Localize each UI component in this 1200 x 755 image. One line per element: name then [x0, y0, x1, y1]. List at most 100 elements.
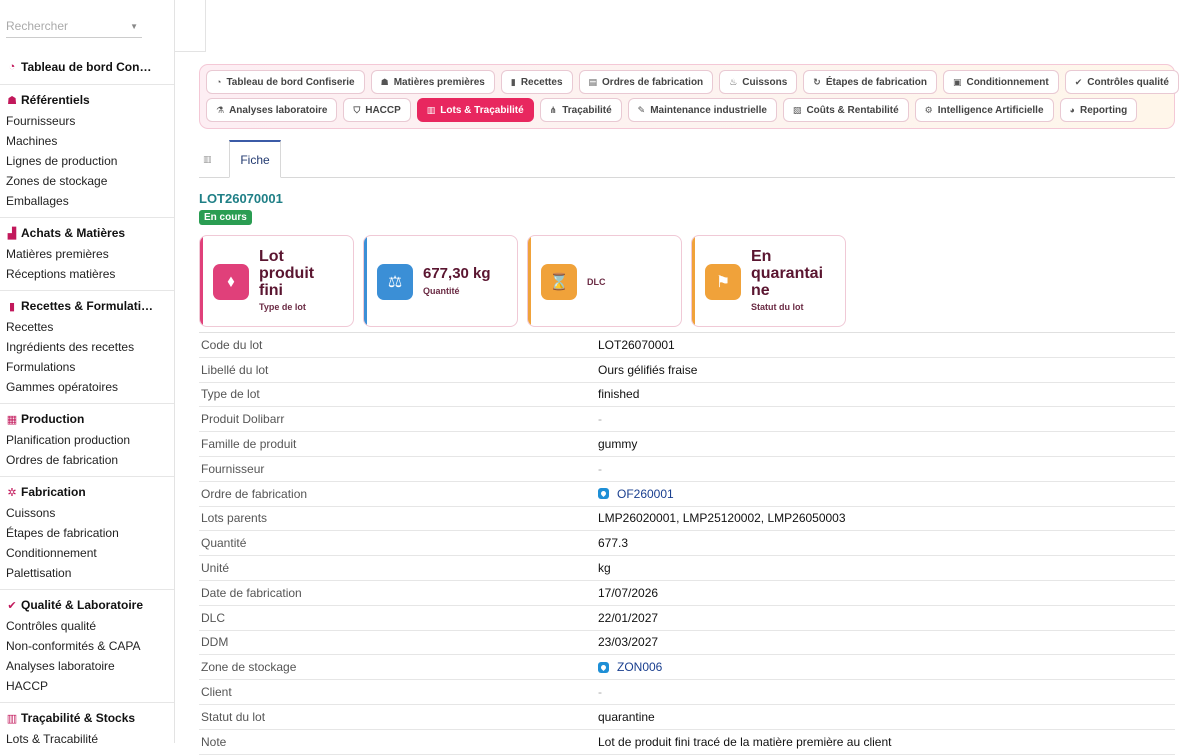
module-button[interactable]: ▤ Ordres de fabrication [578, 70, 714, 94]
sidebar-item[interactable]: Emballages [6, 191, 174, 211]
sidebar-item[interactable]: Réceptions matières [6, 264, 174, 284]
field-row: Libellé du lot Ours gélifiés fraise [199, 358, 1175, 383]
sidebar-group-label: Recettes & Formulati… [21, 299, 154, 313]
field-label: Note [201, 734, 227, 749]
sidebar-item[interactable]: Recettes [6, 317, 174, 337]
kpi-card-accent [200, 236, 203, 326]
sidebar-group-title[interactable]: ◔ Tableau de bord Con… [6, 56, 174, 78]
module-button-label: Matières premières [393, 76, 485, 88]
module-button[interactable]: ☗ Matières premières [370, 70, 495, 94]
sidebar-group-title[interactable]: ▟ Achats & Matières [6, 222, 174, 244]
module-button-label: Contrôles qualité [1087, 76, 1169, 88]
link-icon[interactable] [598, 488, 609, 500]
module-button[interactable]: ♨ Cuissons [719, 70, 798, 94]
module-button[interactable]: ✔ Contrôles qualité [1064, 70, 1179, 94]
field-label: DLC [201, 610, 226, 625]
search-box[interactable]: ▼ [6, 16, 142, 38]
sidebar-item[interactable]: HACCP [6, 676, 174, 696]
sidebar-item[interactable]: Matières premières [6, 244, 174, 264]
module-button[interactable]: ✎ Maintenance industrielle [627, 98, 777, 122]
check-circle-icon: ✔ [1074, 76, 1083, 87]
kpi-card: ⌛ DLC [527, 235, 682, 327]
field-link[interactable]: OF260001 [617, 487, 674, 501]
search-input[interactable] [6, 16, 124, 36]
hourglass-icon: ⌛ [541, 264, 577, 300]
field-value: 17/07/2026 [598, 585, 659, 600]
sidebar-item[interactable]: Planification production [6, 430, 174, 450]
sidebar-item[interactable]: Lignes de production [6, 151, 174, 171]
sidebar-group-title[interactable]: ▮ Recettes & Formulati… [6, 295, 174, 317]
sidebar-item[interactable]: Ingrédients des recettes [6, 337, 174, 357]
module-button[interactable]: ⋔ Traçabilité [539, 98, 622, 122]
kpi-value-line: fini [259, 282, 283, 299]
sidebar-group-title[interactable]: ☗ Référentiels [6, 89, 174, 111]
kpi-card-accent [692, 236, 695, 326]
module-button[interactable]: ↻ Étapes de fabrication [803, 70, 937, 94]
field-label: Type de lot [201, 387, 260, 402]
sidebar-item[interactable]: Machines [6, 131, 174, 151]
sidebar-item[interactable]: Lots & Traçabilité [6, 729, 174, 743]
kpi-value-line: En [751, 248, 772, 265]
field-row: Produit Dolibarr - [199, 407, 1175, 433]
module-button[interactable]: ◕ Reporting [1059, 98, 1138, 122]
field-label: Statut du lot [201, 709, 266, 724]
module-button[interactable]: ◔ Tableau de bord Confiserie [206, 70, 365, 94]
field-value: - [598, 412, 602, 427]
module-button[interactable]: ⛉ HACCP [343, 98, 411, 122]
field-link[interactable]: ZON006 [617, 660, 662, 674]
sidebar-group-title[interactable]: ✔ Qualité & Laboratoire [6, 594, 174, 616]
module-button[interactable]: ▥ Lots & Traçabilité [416, 98, 534, 122]
link-icon[interactable] [598, 661, 609, 673]
sidebar-item[interactable]: Formulations [6, 357, 174, 377]
module-button[interactable]: ⚙ Intelligence Artificielle [914, 98, 1054, 122]
module-button[interactable]: ▣ Conditionnement [942, 70, 1059, 94]
sidebar-group: ▟ Achats & Matières Matières premières Réce… [0, 218, 174, 291]
sidebar-item[interactable]: Contrôles qualité [6, 616, 174, 636]
field-label: Zone de stockage [201, 660, 297, 675]
module-button[interactable]: ⚗ Analyses laboratoire [206, 98, 338, 122]
kpi-label: Type de lot [259, 302, 306, 312]
kpi-value: En quarantai ne [751, 248, 823, 299]
sidebar-group-title[interactable]: ✲ Fabrication [6, 481, 174, 503]
sidebar-item[interactable]: Fournisseurs [6, 111, 174, 131]
sidebar-item[interactable]: Cuissons [6, 503, 174, 523]
kpi-card-accent [528, 236, 531, 326]
sidebar-item[interactable]: Analyses laboratoire [6, 656, 174, 676]
sidebar-group-label: Fabrication [21, 485, 86, 499]
field-value: kg [598, 561, 611, 576]
cogs-icon: ✲ [7, 486, 17, 499]
sidebar-group: ▮ Recettes & Formulati… Recettes Ingrédient… [0, 291, 174, 404]
sidebar-group-title[interactable]: ▥ Traçabilité & Stocks [6, 707, 174, 729]
field-value: quarantine [598, 709, 655, 724]
sidebar-item[interactable]: Zones de stockage [6, 171, 174, 191]
sidebar-item[interactable]: Ordres de fabrication [6, 450, 174, 470]
kpi-label: Quantité [423, 286, 460, 296]
sidebar-item[interactable]: Étapes de fabrication [6, 523, 174, 543]
sidebar-group: ✔ Qualité & Laboratoire Contrôles qualité N… [0, 590, 174, 703]
chevron-down-icon[interactable]: ▼ [130, 22, 138, 31]
tab-fiche[interactable]: Fiche [229, 140, 281, 178]
sidebar-item[interactable]: Gammes opératoires [6, 377, 174, 397]
barcode-icon[interactable]: ▥ [203, 154, 215, 164]
sidebar-item[interactable]: Palettisation [6, 563, 174, 583]
kpi-value-line: produit [259, 265, 315, 282]
module-button[interactable]: ▮ Recettes [500, 70, 573, 94]
book-icon: ▮ [510, 76, 516, 87]
module-button[interactable]: ▧ Coûts & Rentabilité [782, 98, 909, 122]
sidebar-group: ▦ Production Planification production Ordre… [0, 404, 174, 477]
module-button-label: Ordres de fabrication [602, 76, 704, 88]
sidebar-group-title[interactable]: ▦ Production [6, 408, 174, 430]
fire-icon: ♨ [729, 76, 738, 87]
sidebar-item[interactable]: Non-conformités & CAPA [6, 636, 174, 656]
field-row: Zone de stockage ZON006 [199, 655, 1175, 681]
module-button-label: Étapes de fabrication [825, 76, 927, 88]
field-value: - [598, 461, 602, 476]
field-label: Libellé du lot [201, 362, 269, 377]
field-value[interactable]: OF260001 [598, 487, 674, 501]
microscope-icon: ⚗ [216, 104, 225, 115]
sidebar-item[interactable]: Conditionnement [6, 543, 174, 563]
check-circle-icon: ✔ [7, 599, 17, 612]
field-row: Lots parents LMP26020001, LMP25120002, LM… [199, 507, 1175, 532]
field-value[interactable]: ZON006 [598, 660, 662, 674]
barcode-icon: ▥ [6, 712, 18, 725]
